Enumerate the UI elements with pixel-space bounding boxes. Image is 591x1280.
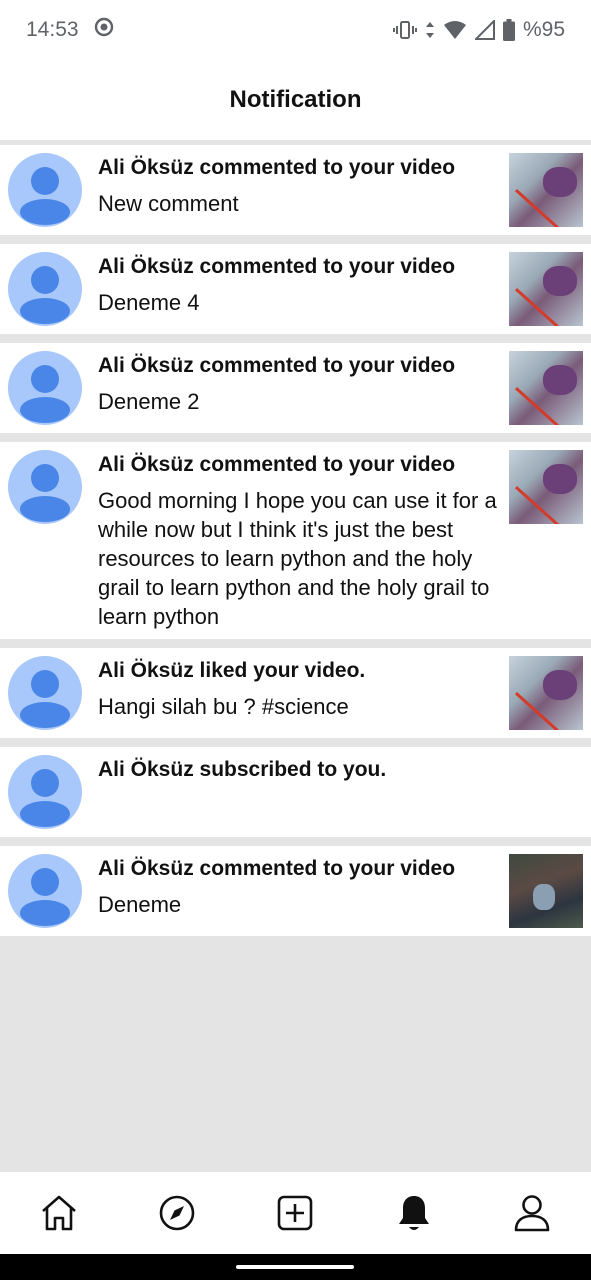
notification-title: Ali Öksüz commented to your video (98, 857, 456, 880)
notification-item[interactable]: Ali Öksüz commented to your video Deneme… (0, 343, 591, 433)
gesture-handle[interactable] (236, 1265, 354, 1269)
nav-notifications-button[interactable] (384, 1183, 444, 1243)
notification-texts: Ali Öksüz commented to your video Deneme… (98, 351, 501, 416)
avatar[interactable] (8, 153, 82, 227)
notification-item[interactable]: Ali Öksüz commented to your video Good m… (0, 442, 591, 639)
notification-item[interactable]: Ali Öksüz commented to your video New co… (0, 145, 591, 235)
notification-item[interactable]: Ali Öksüz liked your video. Hangi silah … (0, 648, 591, 738)
avatar[interactable] (8, 656, 82, 730)
notification-empty-message (98, 783, 583, 820)
vibrate-icon (392, 20, 417, 40)
data-arrows-icon (425, 20, 435, 40)
notification-item[interactable]: Ali Öksüz commented to your video Deneme (0, 846, 591, 936)
home-icon (42, 1195, 76, 1231)
notification-message: Deneme (98, 892, 182, 917)
header: Notification (0, 60, 591, 140)
video-thumbnail[interactable] (509, 153, 583, 227)
battery-level: %95 (522, 18, 565, 41)
notification-list: Ali Öksüz commented to your video New co… (0, 145, 591, 945)
video-thumbnail[interactable] (509, 351, 583, 425)
notification-message: Deneme 4 (98, 290, 200, 315)
page-title: Notification (229, 86, 362, 113)
notification-texts: Ali Öksüz commented to your video New co… (98, 153, 501, 218)
gesture-bar (0, 1254, 591, 1280)
notification-texts: Ali Öksüz commented to your video Deneme… (98, 252, 501, 317)
avatar[interactable] (8, 351, 82, 425)
nav-profile-button[interactable] (502, 1183, 562, 1243)
notification-message: Good morning I hope you can use it for a… (98, 488, 497, 629)
notifications-icon (398, 1196, 429, 1230)
nav-add-button[interactable] (265, 1183, 325, 1243)
notification-title: Ali Öksüz commented to your video (98, 354, 456, 377)
notification-title: Ali Öksüz subscribed to you. (98, 758, 387, 781)
record-icon (93, 16, 115, 44)
notification-title: Ali Öksüz liked your video. (98, 659, 366, 682)
bottom-nav (0, 1172, 591, 1254)
notification-message: Hangi silah bu ? #science (98, 694, 349, 719)
video-thumbnail[interactable] (509, 252, 583, 326)
cell-signal-icon (474, 20, 495, 40)
notification-title: Ali Öksüz commented to your video (98, 453, 456, 476)
status-time: 14:53 (26, 18, 79, 41)
status-left: 14:53 (26, 16, 115, 44)
profile-icon (514, 1195, 550, 1232)
notification-item[interactable]: Ali Öksüz commented to your video Deneme… (0, 244, 591, 334)
avatar[interactable] (8, 854, 82, 928)
notification-texts: Ali Öksüz liked your video. Hangi silah … (98, 656, 501, 721)
notification-message: New comment (98, 191, 239, 216)
nav-explore-button[interactable] (147, 1183, 207, 1243)
video-thumbnail[interactable] (509, 656, 583, 730)
nav-home-button[interactable] (29, 1183, 89, 1243)
status-right: %95 (392, 18, 565, 42)
avatar[interactable] (8, 450, 82, 524)
notification-texts: Ali Öksüz commented to your video Good m… (98, 450, 501, 631)
notification-item[interactable]: Ali Öksüz subscribed to you. (0, 747, 591, 837)
explore-icon (159, 1195, 195, 1231)
notification-texts: Ali Öksüz subscribed to you. (98, 755, 583, 820)
notification-title: Ali Öksüz commented to your video (98, 255, 456, 278)
notification-message: Deneme 2 (98, 389, 200, 414)
wifi-icon (443, 20, 467, 40)
avatar[interactable] (8, 755, 82, 829)
notification-title: Ali Öksüz commented to your video (98, 156, 456, 179)
video-thumbnail[interactable] (509, 450, 583, 524)
status-bar: 14:53 %95 (0, 0, 591, 60)
video-thumbnail[interactable] (509, 854, 583, 928)
notification-texts: Ali Öksüz commented to your video Deneme (98, 854, 501, 919)
battery-icon (502, 19, 515, 41)
add-icon (278, 1195, 313, 1231)
avatar[interactable] (8, 252, 82, 326)
